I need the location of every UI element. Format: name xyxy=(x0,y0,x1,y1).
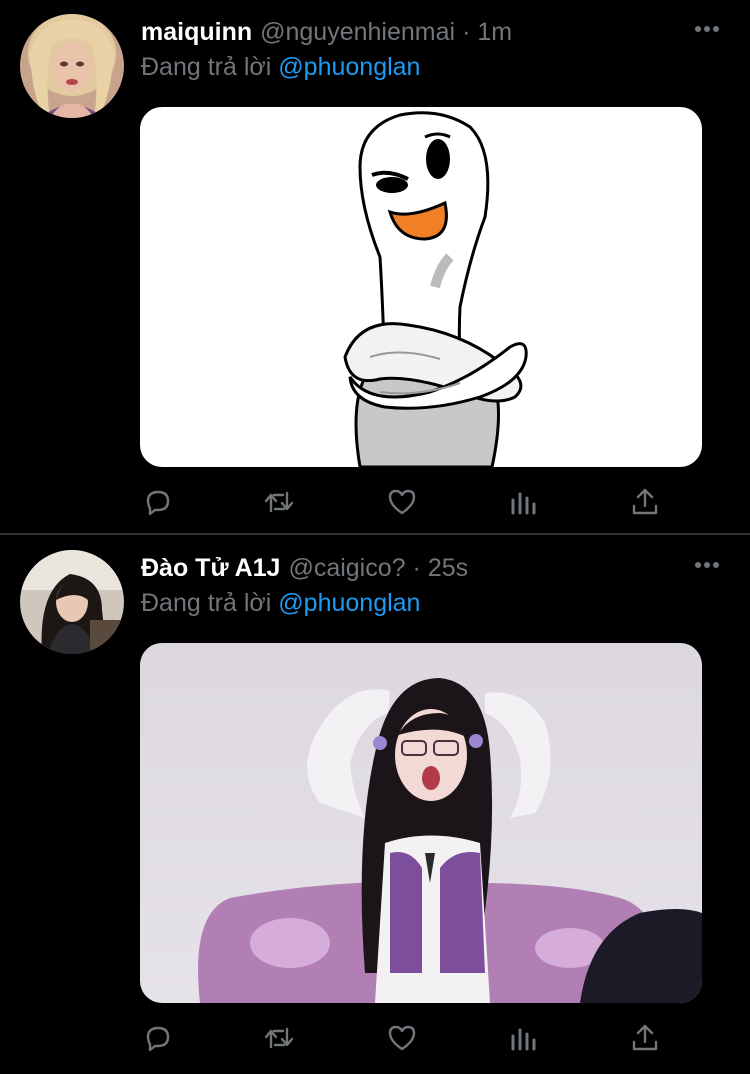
share-icon[interactable] xyxy=(629,486,661,518)
username-handle[interactable]: @nguyenhienmai xyxy=(260,14,455,50)
avatar[interactable] xyxy=(20,550,124,654)
separator-dot: · xyxy=(462,18,471,46)
avatar-image xyxy=(20,14,124,118)
cartoon-image xyxy=(140,107,702,467)
tweet-actions-bar xyxy=(0,1008,750,1064)
replying-to-line: Đang trả lời @phuonglan xyxy=(141,50,420,84)
like-icon[interactable] xyxy=(386,486,418,518)
tweet-actions-bar xyxy=(0,472,750,528)
tweet-divider xyxy=(0,533,750,535)
timestamp[interactable]: 25s xyxy=(428,550,468,586)
username-handle[interactable]: @caigico? xyxy=(288,550,405,586)
separator-dot: · xyxy=(412,554,421,582)
more-options-icon[interactable] xyxy=(694,22,720,34)
reply-mention-link[interactable]: @phuonglan xyxy=(278,589,420,617)
avatar-image xyxy=(20,550,124,654)
tweet-header: maiquinn @nguyenhienmai · 1m xyxy=(141,14,512,50)
avatar[interactable] xyxy=(20,14,124,118)
replying-to-label: Đang trả lời xyxy=(141,53,272,81)
tweet-media-image[interactable] xyxy=(140,643,702,1003)
timestamp[interactable]: 1m xyxy=(477,14,512,50)
replying-to-label: Đang trả lời xyxy=(141,589,272,617)
photo-image xyxy=(140,643,702,1003)
like-icon[interactable] xyxy=(386,1022,418,1054)
reply-icon[interactable] xyxy=(142,1022,174,1054)
reply-mention-link[interactable]: @phuonglan xyxy=(278,53,420,81)
retweet-icon[interactable] xyxy=(263,1022,295,1054)
tweet[interactable]: maiquinn @nguyenhienmai · 1m Đang trả lờ… xyxy=(0,0,750,534)
reply-icon[interactable] xyxy=(142,486,174,518)
tweet-media-image[interactable] xyxy=(140,107,702,467)
analytics-icon[interactable] xyxy=(508,486,540,518)
tweet[interactable]: Đào Tử A1J @caigico? · 25s Đang trả lời … xyxy=(0,536,750,1074)
replying-to-line: Đang trả lời @phuonglan xyxy=(141,586,420,620)
retweet-icon[interactable] xyxy=(263,486,295,518)
analytics-icon[interactable] xyxy=(508,1022,540,1054)
display-name[interactable]: Đào Tử A1J xyxy=(141,550,280,586)
more-options-icon[interactable] xyxy=(694,558,720,570)
share-icon[interactable] xyxy=(629,1022,661,1054)
tweet-header: Đào Tử A1J @caigico? · 25s xyxy=(141,550,468,586)
display-name[interactable]: maiquinn xyxy=(141,14,252,50)
